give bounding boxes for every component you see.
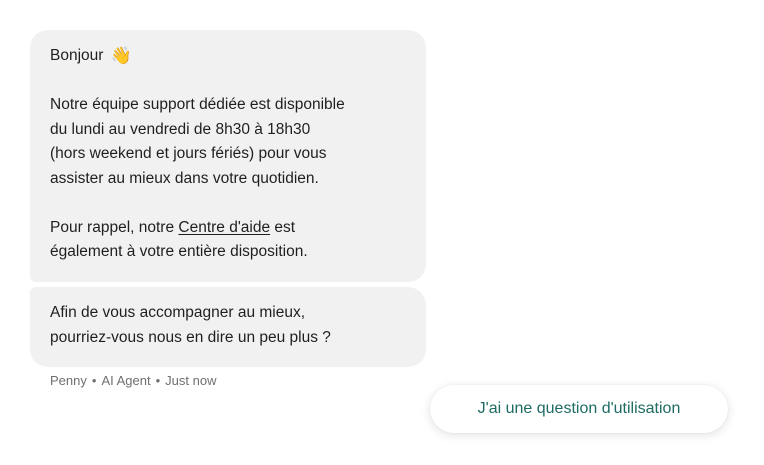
greeting-text: Bonjour <box>50 47 104 64</box>
sender-name: Penny <box>50 373 87 388</box>
message-line: assister au mieux dans votre quotidien. <box>50 169 319 187</box>
agent-question-bubble: Afin de vous accompagner au mieux, pourr… <box>30 287 426 367</box>
greeting-line: Bonjour 👋 <box>50 44 406 69</box>
meta-separator: • <box>155 373 161 388</box>
reminder-suffix: est <box>270 218 296 236</box>
message-timestamp: Just now <box>165 373 217 388</box>
message-line: Afin de vous accompagner au mieux, <box>50 304 306 321</box>
message-meta: Penny • AI Agent • Just now <box>50 373 216 388</box>
message-line: du lundi au vendredi de 8h30 à 18h30 <box>50 120 311 138</box>
help-center-link[interactable]: Centre d'aide <box>178 219 270 236</box>
message-line: Notre équipe support dédiée est disponib… <box>50 96 345 113</box>
reminder-prefix: Pour rappel, notre <box>50 218 179 236</box>
message-line: pourriez-vous nous en dire un peu plus ? <box>50 328 331 346</box>
quick-reply-button[interactable]: J'ai une question d'utilisation <box>430 385 728 433</box>
message-line: (hors weekend et jours fériés) pour vous <box>50 145 327 162</box>
agent-message-bubble: Bonjour 👋 Notre équipe support dédiée es… <box>30 30 426 282</box>
waving-hand-icon: 👋 <box>110 46 132 66</box>
message-line: également à votre entière disposition. <box>50 243 308 260</box>
message-line: Pour rappel, notre Centre d'aide est <box>50 216 406 241</box>
meta-separator: • <box>91 373 97 388</box>
sender-role: AI Agent <box>101 373 151 388</box>
